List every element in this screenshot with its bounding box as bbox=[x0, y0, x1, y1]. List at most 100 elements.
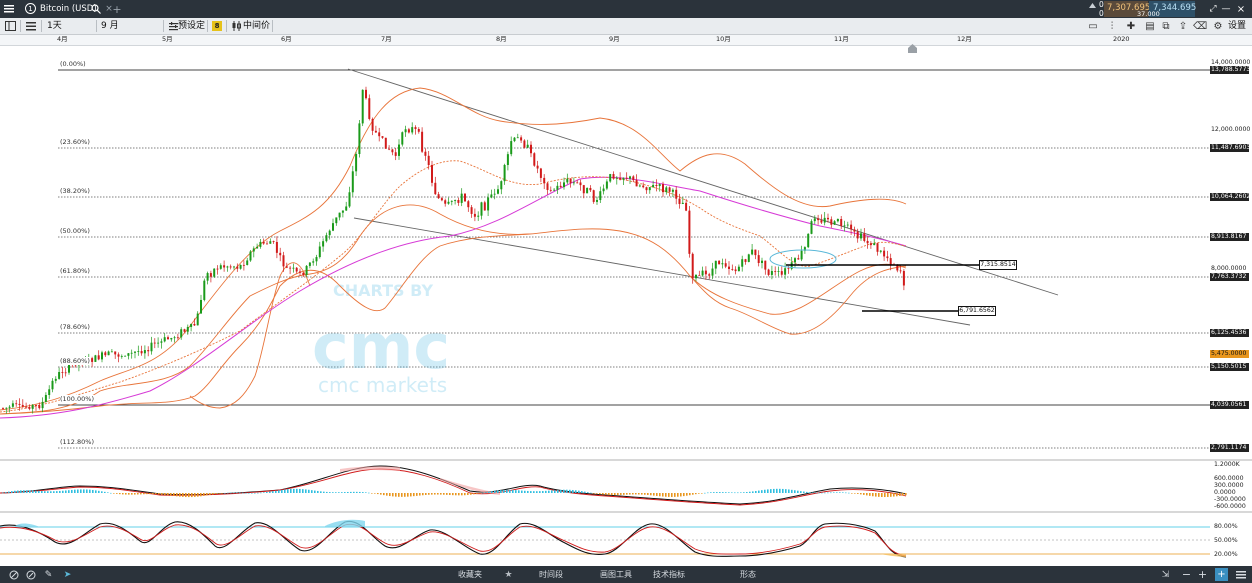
candle-body bbox=[823, 217, 826, 223]
chart-style-icon[interactable]: ▭ bbox=[1087, 20, 1099, 32]
erase-icon[interactable]: ⌫ bbox=[1193, 20, 1207, 32]
timeframe-selector[interactable]: 1天 bbox=[47, 18, 62, 34]
candle-body bbox=[510, 141, 513, 155]
macd-bar bbox=[32, 490, 34, 493]
layout-icon[interactable]: ▤ bbox=[1144, 20, 1156, 32]
star-icon[interactable]: ★ bbox=[503, 569, 514, 580]
candle-body bbox=[114, 351, 117, 355]
price-chart[interactable]: CHARTS BY cmc cmc markets bbox=[0, 46, 1252, 566]
title-bar: 1 Bitcoin (USD) × + 0% 0点 7,307.695 7,34… bbox=[0, 0, 1252, 18]
list-icon[interactable] bbox=[25, 20, 37, 32]
bottom-menu-icon[interactable] bbox=[1235, 569, 1246, 580]
macd-bar bbox=[245, 492, 247, 494]
tab-favorites[interactable]: 收藏夹 bbox=[452, 566, 488, 583]
candle-body bbox=[734, 269, 737, 272]
macd-bar bbox=[443, 493, 445, 495]
instrument-name[interactable]: Bitcoin (USD) bbox=[40, 0, 97, 18]
cursor-icon[interactable]: ➤ bbox=[62, 569, 73, 580]
badge-icon[interactable]: 8 bbox=[212, 21, 222, 31]
macd-bar bbox=[320, 491, 322, 493]
candle-body bbox=[520, 137, 523, 141]
macd-bar bbox=[881, 493, 883, 497]
preset-button[interactable]: 预设定 bbox=[178, 18, 205, 34]
candle-body bbox=[404, 129, 407, 133]
settings-button[interactable]: 设置 bbox=[1228, 18, 1246, 34]
macd-bar bbox=[845, 492, 847, 494]
candle-body bbox=[127, 353, 130, 356]
macd-bar bbox=[644, 493, 646, 495]
candle-body bbox=[506, 154, 509, 165]
macd-bar bbox=[743, 492, 745, 493]
month-field[interactable]: 9 月 bbox=[101, 18, 119, 34]
fit-icon[interactable]: ⇲ bbox=[1160, 569, 1171, 580]
fib-price-61: 7,763.3732 bbox=[1210, 273, 1249, 281]
candle-body bbox=[850, 224, 853, 230]
crosshair-icon[interactable]: ✚ bbox=[1125, 20, 1137, 32]
macd-bar bbox=[197, 493, 199, 497]
candle-body bbox=[681, 202, 684, 204]
copy-icon[interactable]: ⧉ bbox=[1160, 20, 1172, 32]
candle-body bbox=[553, 189, 556, 191]
candle-body bbox=[747, 254, 750, 262]
moving-averages bbox=[0, 160, 907, 419]
macd-bar bbox=[716, 492, 718, 493]
candle-body bbox=[464, 193, 466, 202]
month-label: 8月 bbox=[496, 35, 507, 43]
current-price-tag: 5,475.0000 bbox=[1210, 350, 1249, 358]
indicator-icon[interactable]: ⫶ bbox=[1106, 20, 1118, 32]
expand-icon[interactable]: ⤢ bbox=[1208, 3, 1218, 15]
zoom-out-icon[interactable]: − bbox=[1181, 568, 1192, 581]
macd-bar bbox=[11, 491, 13, 493]
macd-bar bbox=[524, 490, 526, 493]
search-icon[interactable] bbox=[90, 3, 102, 15]
price-type-selector[interactable]: 中间价 bbox=[243, 18, 270, 34]
macd-bar bbox=[227, 492, 229, 494]
tab-timeframe[interactable]: 时间段 bbox=[533, 566, 569, 583]
fib-price-23: 11,487.6903 bbox=[1210, 144, 1251, 152]
tab-indicators[interactable]: 技术指标 bbox=[646, 566, 692, 583]
pencil-icon[interactable]: ✎ bbox=[43, 569, 54, 580]
macd-bar bbox=[581, 491, 583, 493]
macd-bar bbox=[764, 489, 766, 493]
macd-bar bbox=[659, 493, 661, 497]
candle-body bbox=[718, 260, 721, 265]
minimize-icon[interactable]: — bbox=[1221, 3, 1231, 15]
candle-body bbox=[516, 137, 519, 139]
candle-body bbox=[784, 268, 787, 275]
add-pane-icon[interactable]: + bbox=[1215, 568, 1228, 581]
candle-body bbox=[421, 131, 424, 152]
candle-body bbox=[876, 243, 879, 252]
macd-bar bbox=[671, 493, 673, 497]
candle-body bbox=[487, 197, 490, 211]
ban-icon[interactable] bbox=[8, 569, 19, 580]
macd-bar bbox=[491, 491, 493, 493]
spread: 37.000 bbox=[1137, 10, 1160, 18]
candle-body bbox=[731, 268, 734, 270]
tab-drawing-tools[interactable]: 画图工具 bbox=[593, 566, 639, 583]
macd-bar bbox=[578, 490, 580, 493]
add-tab-icon[interactable]: + bbox=[112, 3, 122, 16]
macd-bar bbox=[683, 493, 685, 497]
macd-bar bbox=[167, 493, 169, 496]
candle-body bbox=[117, 354, 120, 357]
zoom-in-icon[interactable]: + bbox=[1197, 568, 1208, 581]
macd-bar bbox=[332, 492, 334, 493]
close-icon[interactable]: × bbox=[1236, 3, 1246, 15]
macd-bar bbox=[356, 491, 358, 493]
macd-bar bbox=[896, 493, 898, 497]
candle-body bbox=[44, 394, 47, 402]
macd-bar bbox=[497, 490, 499, 493]
share-icon[interactable]: ⇪ bbox=[1177, 20, 1189, 32]
sidebar-toggle-icon[interactable] bbox=[4, 20, 16, 32]
settings-icon[interactable]: ⚙ bbox=[1212, 20, 1224, 32]
toolbar-divider bbox=[272, 20, 273, 32]
macd-bar bbox=[839, 492, 841, 493]
macd-bar bbox=[29, 490, 31, 493]
macd-bar bbox=[869, 493, 871, 496]
macd-bar bbox=[311, 490, 313, 493]
menu-icon[interactable] bbox=[3, 3, 15, 15]
macd-bar bbox=[848, 492, 850, 494]
compass-icon[interactable] bbox=[25, 569, 36, 580]
tab-patterns[interactable]: 形态 bbox=[733, 566, 763, 583]
candle-body bbox=[388, 148, 391, 150]
